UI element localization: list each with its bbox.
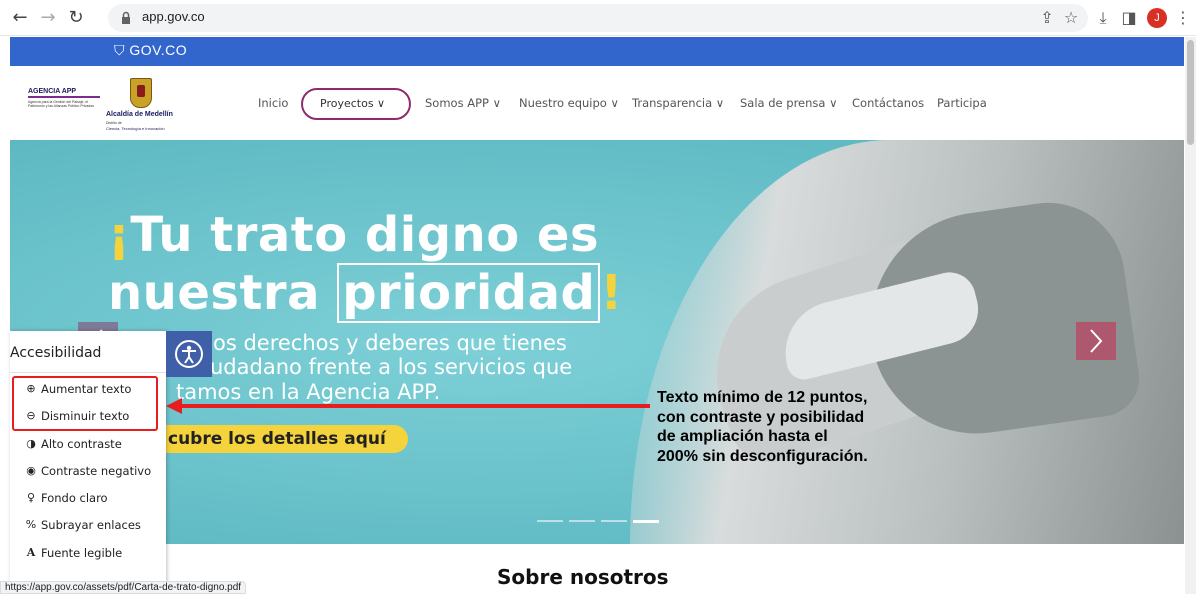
nav-contactanos[interactable]: Contáctanos [852,66,924,140]
profile-avatar[interactable]: J [1147,8,1167,28]
hero-line2-text: nuestra [108,265,338,321]
acc-high-contrast[interactable]: ◑ Alto contraste [10,432,166,458]
annotation-line4: 200% sin desconfiguración. [657,447,868,465]
nav-proyectos-label: Proyectos ∨ [320,97,386,110]
forward-icon[interactable]: → [36,6,60,30]
annotation-line2: con contraste y posibilidad [657,408,865,426]
accessibility-divider [10,372,166,373]
hero-subtext-line2: udadano frente a los servicios que [210,355,573,379]
medellin-logo-subtitle-2: Ciencia, Tecnología e Innovación [106,126,165,131]
medellin-crest-icon [130,78,152,108]
carousel-next-button[interactable] [1076,322,1116,360]
site-header: AGENCIA APP Agencia para la Gestión del … [10,66,1184,140]
acc-underline-links[interactable]: % Subrayar enlaces [10,513,166,539]
agencia-app-logo[interactable]: AGENCIA APP Agencia para la Gestión del … [28,88,100,118]
annotation-note: Texto mínimo de 12 puntos, con contraste… [657,388,868,466]
bookmark-star-icon[interactable]: ☆ [1060,7,1082,29]
eye-icon: ◉ [26,464,36,477]
hero-line2-boxed: prioridad [337,263,601,323]
bulb-icon: ♀ [26,491,36,504]
address-bar[interactable]: app.gov.co [108,4,1088,32]
accessibility-panel: Accesibilidad ⊕ Aumentar texto ⊖ Disminu… [10,331,166,594]
annotation-highlight-box [12,376,158,431]
share-icon[interactable]: ⇪ [1036,7,1058,29]
url-text: app.gov.co [142,9,205,24]
carousel-dot[interactable] [569,520,595,522]
annotation-arrow-line [180,404,650,408]
acc-item-label: Subrayar enlaces [41,518,141,532]
font-icon: A [26,546,36,559]
nav-participa[interactable]: Participa [937,66,987,140]
acc-item-label: Contraste negativo [41,464,152,478]
status-bar-url: https://app.gov.co/assets/pdf/Carta-de-t… [0,581,247,594]
agencia-logo-title: AGENCIA APP [28,88,100,98]
hero-exclamation-close: ! [600,265,623,321]
carousel-dot[interactable] [601,520,627,522]
acc-item-label: Fondo claro [41,491,108,505]
hero-exclamation-open: ¡ [108,207,131,263]
reload-icon[interactable]: ↻ [64,6,88,30]
alcaldia-medellin-logo[interactable]: Alcaldía de Medellín Distrito de Ciencia… [106,78,202,138]
chevron-right-icon [1090,329,1103,353]
agencia-logo-subtitle: Agencia para la Gestión del Paisaje, el … [28,100,94,108]
govco-shield-icon: ⛉ [114,42,130,58]
link-icon: % [25,518,37,531]
contrast-icon: ◑ [26,437,36,450]
nav-somos-app[interactable]: Somos APP ∨ [425,66,501,140]
annotation-line1: Texto mínimo de 12 puntos, [657,389,868,406]
scrollbar-thumb[interactable] [1187,40,1194,145]
carousel-indicators [537,520,661,523]
accessibility-icon [175,340,203,368]
medellin-logo-title: Alcaldía de Medellín [106,111,173,118]
hero-headline-line2: nuestra prioridad! [108,263,623,323]
hero-line1-text: Tu trato digno es [130,207,600,263]
about-section-title: Sobre nosotros [497,565,669,589]
nav-sala-de-prensa[interactable]: Sala de prensa ∨ [740,66,838,140]
carousel-dot[interactable] [537,520,563,522]
acc-readable-font[interactable]: A Fuente legible [10,541,166,567]
hero-subtext-line1: os derechos y deberes que tienes [213,331,567,355]
medellin-logo-subtitle: Distrito de [106,121,122,125]
side-panel-icon[interactable]: ◨ [1118,7,1140,29]
back-icon[interactable]: ← [8,6,32,30]
hero-cta-button[interactable]: cubre los detalles aquí [160,425,408,453]
nav-nuestro-equipo[interactable]: Nuestro equipo ∨ [519,66,619,140]
acc-negative-contrast[interactable]: ◉ Contraste negativo [10,459,166,485]
download-icon[interactable]: ⤓ [1092,7,1114,29]
govco-bar: ⛉ GOV.CO [10,37,1184,66]
hero-subtext-line3: tamos en la Agencia APP. [176,380,441,404]
browser-window: ← → ↻ app.gov.co ⇪ ☆ ⤓ ◨ J ⋮ ⛉ GOV.CO AG… [0,0,1196,594]
menu-kebab-icon[interactable]: ⋮ [1172,7,1194,29]
acc-item-label: Alto contraste [41,437,122,451]
acc-light-background[interactable]: ♀ Fondo claro [10,486,166,512]
accessibility-title: Accesibilidad [10,345,102,361]
nav-transparencia[interactable]: Transparencia ∨ [632,66,724,140]
accessibility-toggle-button[interactable] [166,331,212,377]
carousel-dot-active[interactable] [633,520,659,523]
nav-proyectos[interactable]: Proyectos ∨ [301,88,411,120]
annotation-line3: de ampliación hasta el [657,428,828,445]
acc-item-label: Fuente legible [41,546,123,560]
lock-icon [122,11,130,24]
hero-headline-line1: ¡Tu trato digno es [108,207,599,263]
govco-logo[interactable]: ⛉ GOV.CO [114,42,187,59]
annotation-arrowhead-icon [166,398,182,414]
browser-toolbar: ← → ↻ app.gov.co ⇪ ☆ ⤓ ◨ J ⋮ [0,0,1196,36]
nav-inicio[interactable]: Inicio [258,66,288,140]
